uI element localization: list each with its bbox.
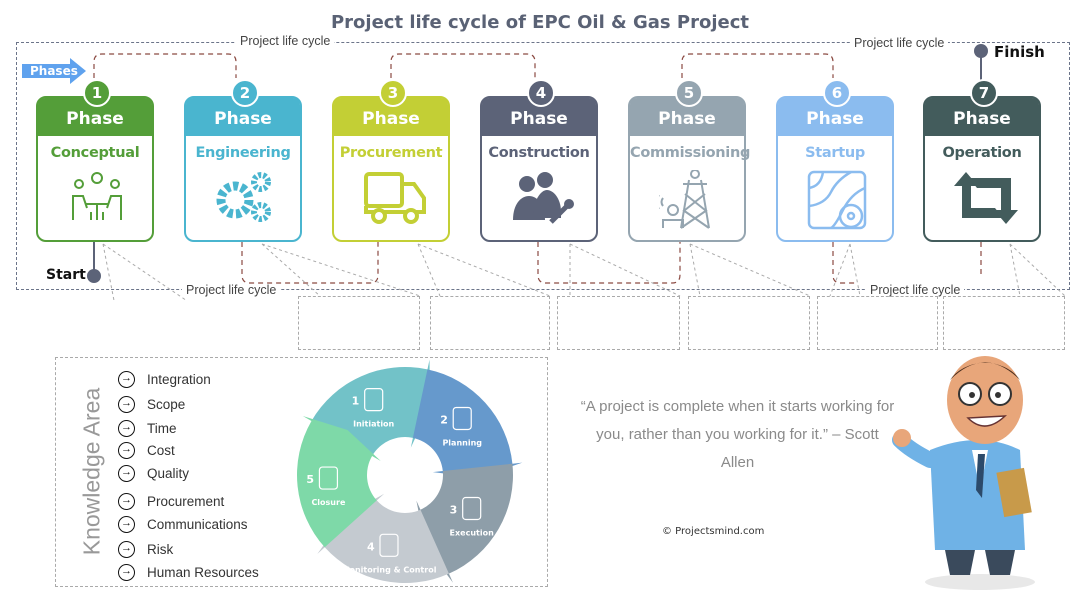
arrow-circle-icon: → — [118, 420, 135, 437]
knowledge-area-label: Scope — [147, 397, 186, 412]
knowledge-area-label: Integration — [147, 372, 211, 387]
phase-card-4: 4 Phase Construction — [480, 79, 598, 242]
phases-arrow-label: Phases — [30, 64, 78, 78]
phase-name: Procurement — [339, 145, 443, 161]
cartoon-man-image — [892, 356, 1035, 590]
arrow-circle-icon: → — [118, 541, 135, 558]
knowledge-area-item: → Procurement — [118, 493, 224, 510]
knowledge-area-item: → Risk — [118, 541, 173, 558]
cycle-label: Closure — [311, 498, 346, 507]
knowledge-area-label: Communications — [147, 517, 248, 532]
phase-name: Construction — [488, 145, 590, 161]
knowledge-area-label: Risk — [147, 542, 174, 557]
cycle-number: 5 — [306, 473, 314, 486]
copyright: © Projectsmind.com — [662, 526, 765, 537]
empty-note-box — [557, 296, 680, 350]
knowledge-area-title: Knowledge Area — [78, 387, 105, 556]
cycle-segment-planning — [412, 369, 523, 478]
phase-number-badge: 7 — [970, 79, 998, 107]
cycle-label: Execution — [450, 529, 495, 538]
start-label: Start — [46, 267, 86, 283]
phase-number-badge: 1 — [83, 79, 111, 107]
phase-number-badge: 6 — [823, 79, 851, 107]
cycle-label: Planning — [442, 438, 482, 447]
phase-name: Engineering — [195, 145, 291, 161]
knowledge-area-label: Human Resources — [147, 565, 259, 580]
phase-number-badge: 3 — [379, 79, 407, 107]
knowledge-area-item: → Human Resources — [118, 564, 259, 581]
knowledge-area-label: Time — [147, 421, 177, 436]
arrow-circle-icon: → — [118, 493, 135, 510]
arrow-circle-icon: → — [118, 564, 135, 581]
finish-label: Finish — [994, 43, 1045, 61]
arrow-circle-icon: → — [118, 371, 135, 388]
phase-card-2: 2 Phase Engineering — [184, 79, 302, 242]
phase-name: Conceptual — [50, 145, 140, 161]
quote-text: “A project is complete when it starts wo… — [580, 398, 895, 471]
phase-card-6: 6 Phase Startup — [776, 79, 894, 242]
phase-card-7: 7 Phase Operation — [923, 79, 1041, 242]
phase-number-badge: 4 — [527, 79, 555, 107]
empty-note-box — [817, 296, 938, 350]
knowledge-area-item: → Communications — [118, 516, 248, 533]
empty-note-box — [298, 296, 420, 350]
phase-name: Operation — [942, 145, 1022, 161]
knowledge-area-item: → Integration — [118, 371, 211, 388]
arrow-circle-icon: → — [118, 396, 135, 413]
empty-note-box — [943, 296, 1065, 350]
knowledge-area-item: → Scope — [118, 396, 185, 413]
cycle-number: 4 — [367, 540, 375, 553]
phase-card-1: 1 Phase Conceptual — [36, 79, 154, 242]
cycle-label: Monitoring & Control — [342, 565, 437, 574]
knowledge-area-label: Cost — [147, 443, 175, 458]
arrow-circle-icon: → — [118, 442, 135, 459]
knowledge-area-item: → Quality — [118, 465, 189, 482]
phase-number-badge: 2 — [231, 79, 259, 107]
cycle-number: 2 — [440, 413, 448, 426]
empty-note-box — [430, 296, 550, 350]
phase-name: Startup — [805, 145, 865, 161]
phase-name: Commissioning — [630, 145, 751, 161]
knowledge-area-item: → Cost — [118, 442, 175, 459]
knowledge-area-item: → Time — [118, 420, 177, 437]
knowledge-area-label: Quality — [147, 466, 190, 481]
arrow-circle-icon: → — [118, 465, 135, 482]
cycle-number: 3 — [450, 504, 458, 517]
cycle-number: 1 — [352, 395, 360, 408]
cycle-label: Initiation — [353, 420, 394, 429]
phase-number-badge: 5 — [675, 79, 703, 107]
arrow-circle-icon: → — [118, 516, 135, 533]
knowledge-area-label: Procurement — [147, 494, 225, 509]
process-cycle: Initiation 1 Planning 2 Execution 3 Monitoring… — [297, 359, 523, 583]
phase-card-3: 3 Phase Procurement — [332, 79, 450, 242]
phase-card-5: 5 Phase Commissioning — [628, 79, 751, 242]
empty-note-box — [688, 296, 810, 350]
